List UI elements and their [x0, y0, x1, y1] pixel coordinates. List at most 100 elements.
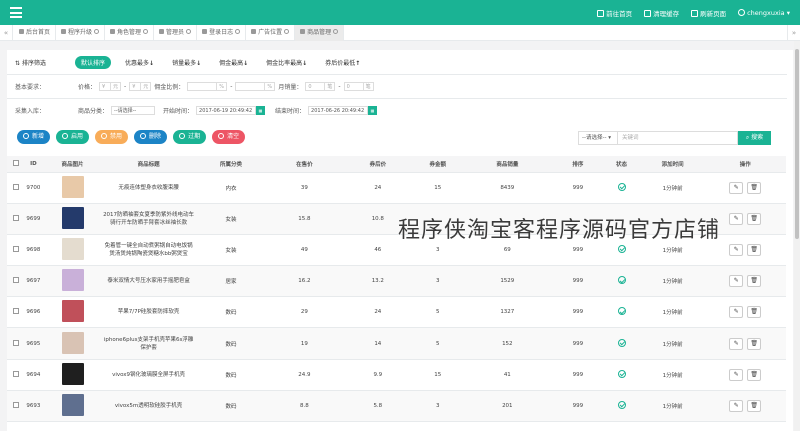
- action-button-1[interactable]: 新增: [17, 130, 51, 144]
- column-header[interactable]: ID: [24, 156, 43, 173]
- calendar-icon[interactable]: ▦: [256, 105, 266, 115]
- edit-icon[interactable]: ✎: [729, 306, 744, 319]
- cell-title: vivox9钢化玻璃膜全屏手机壳: [102, 359, 195, 391]
- search-field-select[interactable]: --请选择-- ▾: [578, 131, 618, 145]
- delete-icon[interactable]: 🗑: [747, 243, 762, 256]
- edit-icon[interactable]: ✎: [729, 337, 744, 350]
- action-button-6[interactable]: 清空: [212, 130, 246, 144]
- tab-close-icon[interactable]: [94, 29, 100, 34]
- cell-after-price: 14: [341, 327, 415, 360]
- row-checkbox[interactable]: [12, 339, 19, 346]
- status-ok-icon[interactable]: [617, 338, 626, 347]
- status-ok-icon[interactable]: [617, 244, 626, 253]
- select-all-checkbox[interactable]: [12, 159, 19, 166]
- tab-2[interactable]: 程序升级: [56, 25, 106, 41]
- row-checkbox[interactable]: [12, 245, 19, 252]
- monthly-min-input[interactable]: 0: [305, 81, 326, 91]
- start-time-input[interactable]: 2017-06-19 20:49:42: [196, 105, 257, 115]
- delete-icon[interactable]: 🗑: [747, 275, 762, 288]
- cell-price: 19: [267, 327, 342, 360]
- tab-close-icon[interactable]: [186, 29, 192, 34]
- commission-max-input[interactable]: [235, 81, 266, 91]
- row-select-cell: [7, 359, 25, 391]
- page-scrollbar[interactable]: [794, 41, 800, 431]
- delete-icon[interactable]: 🗑: [747, 368, 762, 381]
- delete-icon[interactable]: 🗑: [747, 306, 762, 319]
- row-checkbox[interactable]: [12, 401, 19, 408]
- product-image[interactable]: [61, 362, 84, 385]
- search-button[interactable]: ⌕ 搜索: [738, 131, 771, 145]
- delete-icon[interactable]: 🗑: [747, 337, 762, 350]
- price-min-input[interactable]: ¥: [99, 81, 112, 91]
- tab-6[interactable]: 广告位置: [246, 25, 296, 41]
- calendar-icon[interactable]: ▦: [368, 105, 378, 115]
- row-checkbox[interactable]: [12, 277, 19, 284]
- tab-close-icon[interactable]: [284, 29, 290, 34]
- status-ok-icon[interactable]: [617, 182, 626, 191]
- column-header: 券后价: [341, 156, 415, 173]
- tab-3[interactable]: 角色管理: [105, 25, 155, 41]
- sort-after-price[interactable]: 券后价最低↑: [325, 58, 360, 67]
- search-input[interactable]: 关键词: [618, 131, 738, 145]
- tab-scroll-left-icon[interactable]: «: [0, 25, 13, 41]
- clear-icon: [644, 9, 652, 17]
- nav-clear-cache[interactable]: 清理缓存: [644, 8, 679, 18]
- status-ok-icon[interactable]: [617, 369, 626, 378]
- sort-commission[interactable]: 佣金最高↓: [219, 58, 248, 67]
- nav-refresh[interactable]: 刷新页面: [691, 8, 726, 18]
- edit-icon[interactable]: ✎: [729, 275, 744, 288]
- sort-default[interactable]: 默认排序: [75, 56, 112, 69]
- cell-price: 39: [267, 172, 342, 204]
- cell-price: 8.8: [267, 390, 342, 423]
- product-image[interactable]: [61, 237, 84, 260]
- row-checkbox[interactable]: [12, 308, 19, 315]
- product-image[interactable]: [61, 300, 84, 323]
- tab-4[interactable]: 管理员: [154, 25, 198, 41]
- tab-close-icon[interactable]: [143, 29, 149, 34]
- edit-icon[interactable]: ✎: [729, 243, 744, 256]
- price-max-input[interactable]: ¥: [129, 81, 142, 91]
- edit-icon[interactable]: ✎: [729, 368, 744, 381]
- sort-sales[interactable]: 销量最多↓: [172, 58, 201, 67]
- sort-discount[interactable]: 优惠最多↓: [125, 58, 154, 67]
- product-image[interactable]: [61, 269, 84, 292]
- row-select-cell: [7, 265, 25, 298]
- action-button-3[interactable]: 禁用: [95, 130, 129, 144]
- edit-icon[interactable]: ✎: [729, 181, 744, 194]
- monthly-max-input[interactable]: 0: [343, 81, 364, 91]
- tab-scroll-right-icon[interactable]: »: [787, 25, 800, 41]
- menu-toggle-icon[interactable]: [10, 7, 22, 18]
- action-button-5[interactable]: 过期: [173, 130, 207, 144]
- product-image[interactable]: [61, 175, 84, 198]
- tab-7[interactable]: 商品管理: [295, 25, 345, 41]
- tab-close-icon[interactable]: [333, 29, 339, 34]
- row-checkbox[interactable]: [12, 183, 19, 190]
- tab-5[interactable]: 登录日志: [197, 25, 247, 41]
- action-button-2[interactable]: 启用: [56, 130, 90, 144]
- delete-icon[interactable]: 🗑: [747, 399, 762, 412]
- category-select[interactable]: --请选择--: [111, 105, 156, 115]
- cell-title: 苹果7/7P硅胶套防摔软壳: [102, 296, 195, 329]
- commission-min-input[interactable]: [187, 81, 218, 91]
- tab-1[interactable]: 后台首页: [14, 25, 57, 41]
- user-menu[interactable]: chengxuxia ▾: [738, 8, 790, 17]
- product-image[interactable]: [61, 206, 84, 229]
- tab-close-icon[interactable]: [235, 29, 241, 34]
- scrollbar-thumb[interactable]: [795, 49, 799, 239]
- status-ok-icon[interactable]: [617, 400, 626, 409]
- action-button-4[interactable]: 删除: [134, 130, 168, 144]
- delete-icon[interactable]: 🗑: [747, 181, 762, 194]
- status-ok-icon[interactable]: [617, 276, 626, 285]
- product-image[interactable]: [61, 331, 84, 354]
- row-checkbox[interactable]: [12, 214, 19, 221]
- watermark: 程序侠淘宝客程序源码官方店铺: [398, 218, 721, 243]
- product-image[interactable]: [61, 393, 84, 416]
- end-time-input[interactable]: 2017-06-26 20:49:42: [308, 105, 369, 115]
- nav-home[interactable]: 前往首页: [597, 8, 632, 18]
- edit-icon[interactable]: ✎: [729, 212, 744, 225]
- sort-commission-rate[interactable]: 佣金比率最高↓: [266, 58, 307, 67]
- edit-icon[interactable]: ✎: [729, 399, 744, 412]
- row-checkbox[interactable]: [12, 370, 19, 377]
- status-ok-icon[interactable]: [617, 307, 626, 316]
- delete-icon[interactable]: 🗑: [747, 212, 762, 225]
